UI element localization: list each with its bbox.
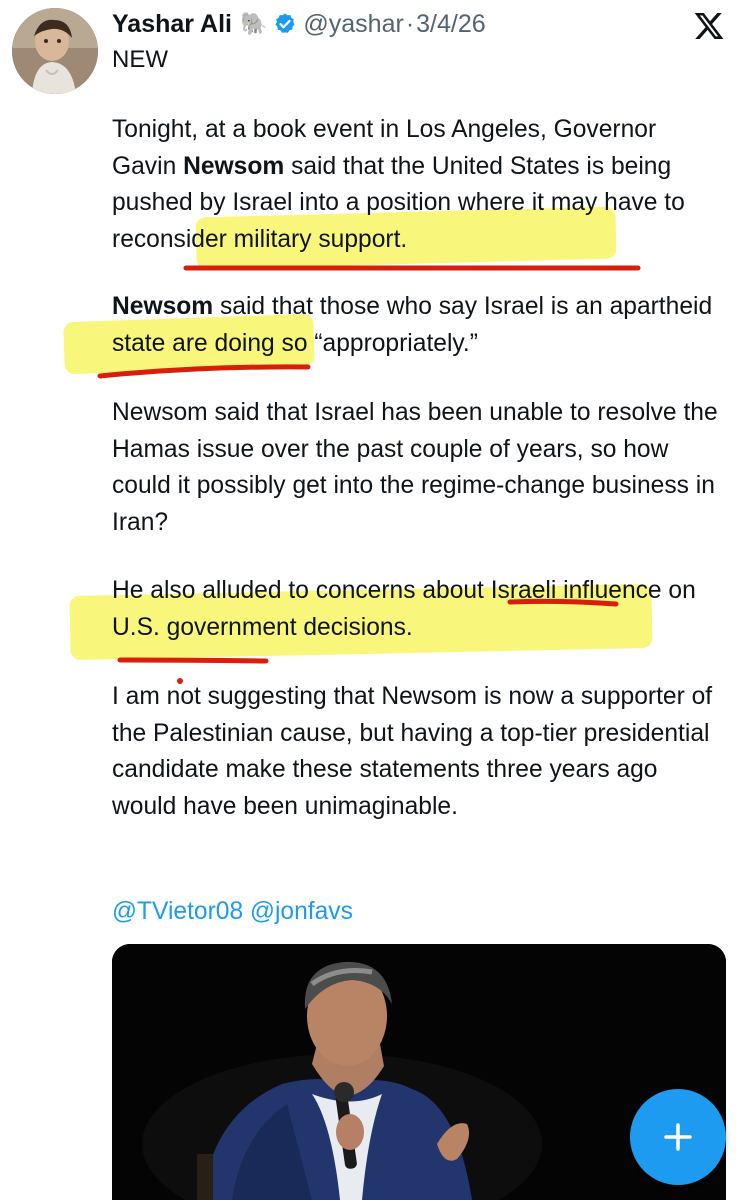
- mention-jonfavs[interactable]: @jonfavs: [250, 898, 353, 925]
- tweet-media-image[interactable]: [112, 944, 726, 1200]
- plus-icon: [664, 1123, 692, 1151]
- author-name[interactable]: Yashar Ali: [112, 10, 232, 39]
- separator-dot: ·: [405, 9, 415, 38]
- author-handle[interactable]: @yashar: [303, 10, 403, 39]
- tweet-screen: Yashar Ali 🐘 @yashar · 3/4/26 NEW Tonigh…: [0, 0, 742, 1200]
- tweet-paragraph-3: Newsom said that Israel has been unable …: [112, 399, 718, 536]
- tweet-paragraph-2: Newsom said that those who say Israel is…: [112, 293, 713, 357]
- tweet-paragraph-1: Tonight, at a book event in Los Angeles,…: [112, 116, 685, 253]
- tweet-paragraph-4: He also alluded to concerns about Israel…: [112, 577, 696, 641]
- mention-tvietor08[interactable]: @TVietor08: [112, 898, 243, 925]
- tweet-date[interactable]: 3/4/26: [416, 10, 486, 39]
- tweet-header: Yashar Ali 🐘 @yashar · 3/4/26: [112, 6, 486, 42]
- elephant-emoji: 🐘: [239, 11, 268, 36]
- newsom-photo: [112, 944, 726, 1200]
- compose-button[interactable]: [630, 1089, 726, 1185]
- verified-badge-icon: [273, 12, 297, 36]
- x-logo-icon[interactable]: [693, 10, 725, 42]
- avatar[interactable]: [12, 8, 98, 94]
- new-label: NEW: [112, 46, 168, 73]
- mentions: @TVietor08 @jonfavs: [112, 895, 353, 929]
- avatar-photo: [12, 8, 98, 94]
- tweet-paragraph-5: I am not suggesting that Newsom is now a…: [112, 683, 713, 820]
